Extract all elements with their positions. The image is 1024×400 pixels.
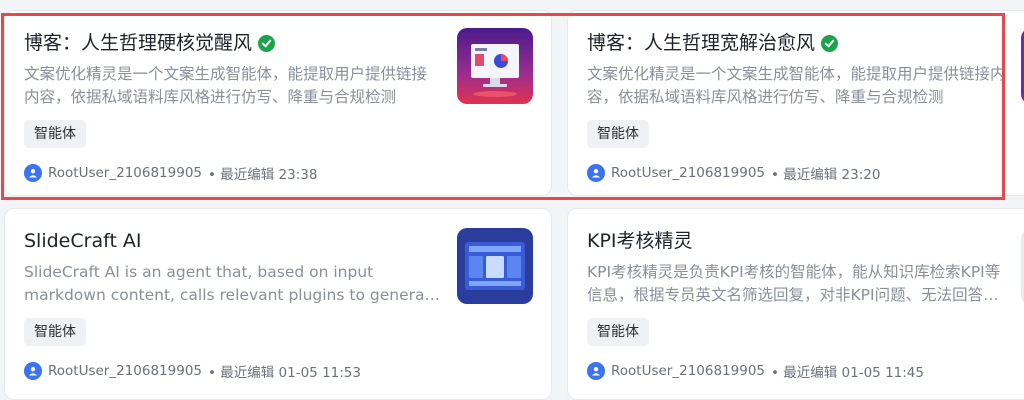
edit-time: • 最近编辑 01-05 11:45 [771, 365, 924, 381]
card-meta: RootUser_2106819905 • 最近编辑 23:38 [24, 163, 317, 183]
card-meta: RootUser_2106819905 • 最近编辑 01-05 11:45 [587, 361, 924, 381]
card-title: SlideCraft AI [24, 230, 142, 252]
user-avatar-icon [24, 362, 42, 380]
card-title-row: 博客：人生哲理宽解治愈风 [587, 31, 839, 55]
slides-icon [457, 228, 533, 304]
card-title-row: 博客：人生哲理硬核觉醒风 [24, 31, 276, 55]
card-description: 文案优化精灵是一个文案生成智能体，能提取用户提供链接内容，依据私域语料库风格进行… [24, 65, 428, 106]
author-name: RootUser_2106819905 [48, 165, 202, 181]
verified-check-icon [258, 34, 276, 52]
card-title-row: KPI考核精灵 [587, 229, 693, 253]
agent-tag: 智能体 [587, 318, 649, 346]
agent-card[interactable]: 博客：人生哲理硬核觉醒风 文案优化精灵是一个文案生成智能体，能提取用户提供链接内… [4, 10, 552, 196]
card-title-row: SlideCraft AI [24, 229, 142, 253]
card-title: 博客：人生哲理硬核觉醒风 [24, 32, 253, 54]
edit-time: • 最近编辑 01-05 11:53 [208, 365, 361, 381]
author-name: RootUser_2106819905 [611, 363, 765, 379]
agent-card[interactable]: SlideCraft AI SlideCraft AI is an agent … [4, 208, 552, 400]
card-title: 博客：人生哲理宽解治愈风 [587, 32, 816, 54]
agent-tag: 智能体 [587, 120, 649, 148]
user-avatar-icon [24, 164, 42, 182]
verified-check-icon [821, 34, 839, 52]
card-description: SlideCraft AI is an agent that, based on… [24, 263, 441, 304]
card-meta: RootUser_2106819905 • 最近编辑 01-05 11:53 [24, 361, 361, 381]
card-meta: RootUser_2106819905 • 最近编辑 23:20 [587, 163, 880, 183]
card-description: KPI考核精灵是负责KPI考核的智能体，能从知识库检索KPI等信息，根据专员英文… [587, 263, 1001, 304]
agent-card[interactable]: 博客：人生哲理宽解治愈风 文案优化精灵是一个文案生成智能体，能提取用户提供链接内… [567, 10, 1024, 196]
agent-tag: 智能体 [24, 120, 86, 148]
user-avatar-icon [587, 164, 605, 182]
agent-tag: 智能体 [24, 318, 86, 346]
author-name: RootUser_2106819905 [611, 165, 765, 181]
edit-time: • 最近编辑 23:38 [208, 167, 318, 183]
card-title: KPI考核精灵 [587, 230, 693, 252]
agent-card[interactable]: KPI考核精灵 KPI考核精灵是负责KPI考核的智能体，能从知识库检索KPI等信… [567, 208, 1024, 400]
edit-time: • 最近编辑 23:20 [771, 167, 881, 183]
user-avatar-icon [587, 362, 605, 380]
author-name: RootUser_2106819905 [48, 363, 202, 379]
monitor-chart-icon [457, 28, 533, 104]
card-description: 文案优化精灵是一个文案生成智能体，能提取用户提供链接内容，依据私域语料库风格进行… [587, 65, 1006, 106]
